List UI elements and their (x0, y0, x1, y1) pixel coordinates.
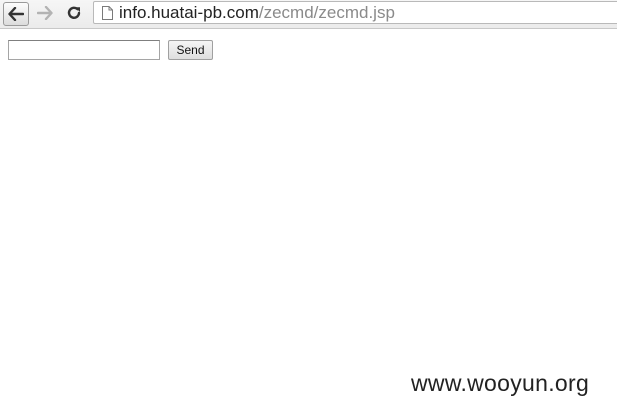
url-host: info.huatai-pb.com (119, 3, 259, 22)
arrow-left-icon (8, 7, 24, 21)
browser-toolbar: info.huatai-pb.com/zecmd/zecmd.jsp (0, 0, 617, 29)
reload-button[interactable] (62, 2, 86, 24)
back-button[interactable] (3, 2, 29, 26)
reload-icon (67, 6, 81, 19)
arrow-right-icon (37, 6, 53, 20)
watermark-text: www.wooyun.org (411, 370, 590, 396)
page-icon (102, 6, 113, 20)
forward-button[interactable] (33, 2, 57, 24)
send-button[interactable]: Send (168, 40, 213, 60)
url-text: info.huatai-pb.com/zecmd/zecmd.jsp (119, 3, 395, 23)
command-input[interactable] (8, 40, 160, 60)
url-path: /zecmd/zecmd.jsp (258, 3, 395, 22)
address-bar[interactable]: info.huatai-pb.com/zecmd/zecmd.jsp (93, 1, 617, 24)
